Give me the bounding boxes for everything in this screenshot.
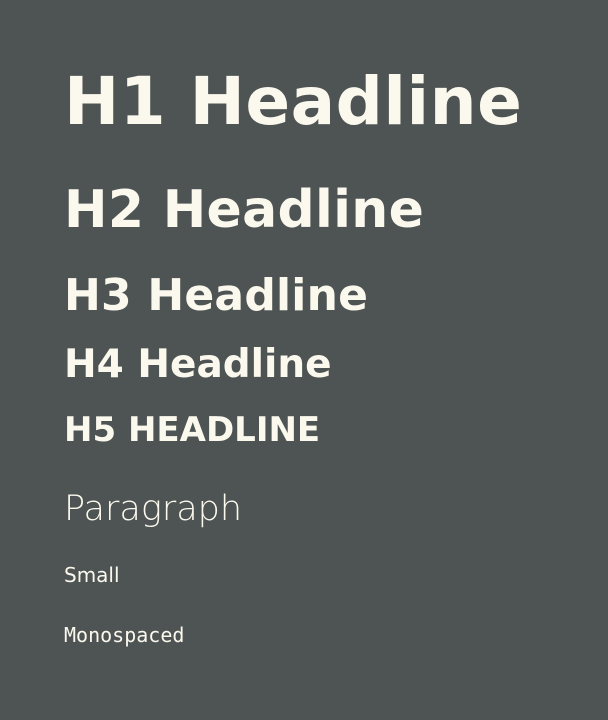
paragraph-sample: Paragraph xyxy=(64,489,243,529)
h3-headline-sample: H3 Headline xyxy=(64,270,369,321)
monospaced-text-sample: Monospaced xyxy=(64,623,185,647)
typography-specimen: H1 Headline H2 Headline H3 Headline H4 H… xyxy=(0,0,608,720)
h2-headline-sample: H2 Headline xyxy=(64,180,425,240)
small-text-sample: Small xyxy=(64,563,120,587)
h1-headline-sample: H1 Headline xyxy=(64,63,523,140)
h5-headline-sample: H5 HEADLINE xyxy=(64,410,321,450)
h4-headline-sample: H4 Headline xyxy=(64,342,332,387)
